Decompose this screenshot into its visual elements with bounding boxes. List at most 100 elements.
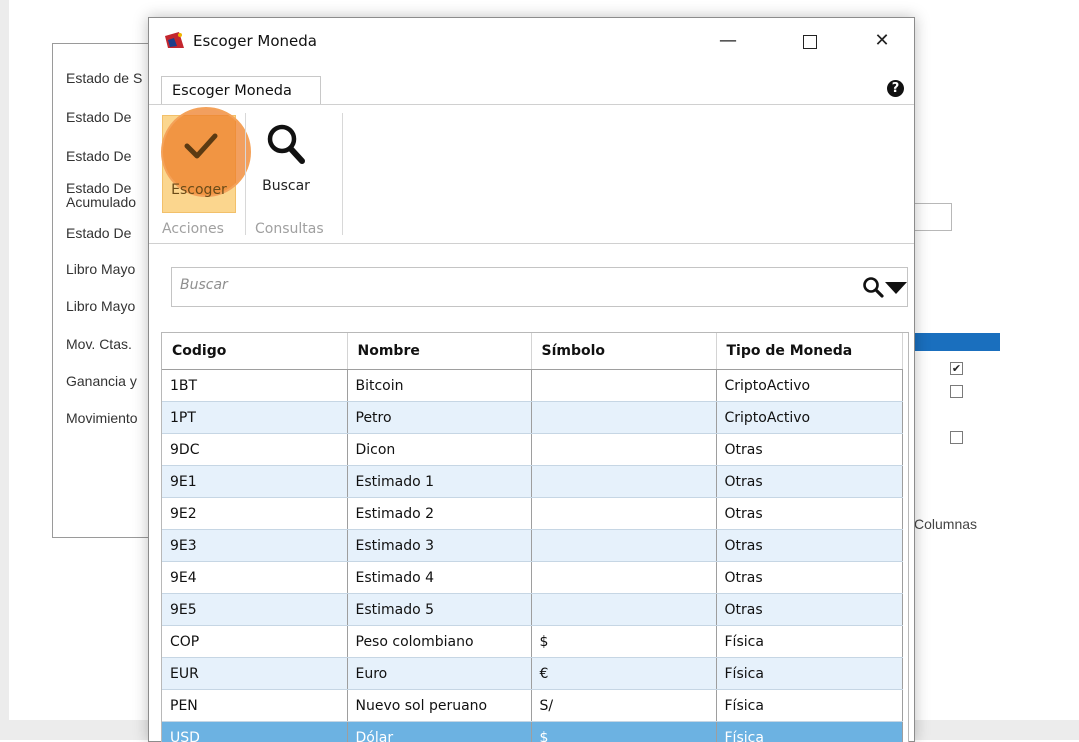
report-item[interactable]: Ganancia y	[66, 374, 137, 389]
cell-nombre: Estimado 5	[347, 594, 531, 626]
cell-nombre: Estimado 4	[347, 562, 531, 594]
table-row[interactable]: 9E2Estimado 2 Otras	[162, 498, 902, 530]
maximize-button[interactable]	[787, 26, 833, 56]
cell-codigo: PEN	[162, 690, 347, 722]
group-separator	[342, 113, 343, 235]
table-row[interactable]: 9DCDiconOtras	[162, 434, 902, 466]
table-row[interactable]: USDDólar$Física	[162, 722, 902, 742]
cell-tipo-moneda: Otras	[716, 594, 902, 626]
buscar-button[interactable]: Buscar	[254, 115, 318, 211]
cell-codigo: 9E4	[162, 562, 347, 594]
report-item[interactable]: Estado De	[66, 149, 131, 164]
buscar-label: Buscar	[254, 178, 318, 194]
currency-grid: Codigo Nombre Símbolo Tipo de Moneda 1BT…	[162, 333, 903, 742]
cell-tipo-moneda: Física	[716, 658, 902, 690]
report-item[interactable]: Mov. Ctas.	[66, 337, 132, 352]
background-checkbox-checked[interactable]: ✔	[950, 362, 963, 375]
tab-escoger-moneda[interactable]: Escoger Moneda	[161, 76, 321, 104]
table-row[interactable]: 9E4Estimado 4 Otras	[162, 562, 902, 594]
cell-tipo-moneda: Física	[716, 626, 902, 658]
report-item[interactable]: Estado de S	[66, 71, 142, 86]
table-row[interactable]: 1BTBitcoin CriptoActivo	[162, 370, 902, 402]
report-item[interactable]: Estado De	[66, 226, 131, 241]
cell-tipo-moneda: Otras	[716, 530, 902, 562]
table-row[interactable]: 9E5Estimado 5 Otras	[162, 594, 902, 626]
cell-codigo: USD	[162, 722, 347, 742]
cell-tipo-moneda: Física	[716, 722, 902, 742]
table-row[interactable]: 9E1Estimado 1 Otras	[162, 466, 902, 498]
help-icon[interactable]: ?	[887, 80, 904, 97]
group-label-consultas: Consultas	[255, 221, 324, 237]
cell-simbolo	[531, 434, 716, 466]
cell-codigo: EUR	[162, 658, 347, 690]
cell-nombre: Peso colombiano	[347, 626, 531, 658]
cell-codigo: 1BT	[162, 370, 347, 402]
background-selected-bar	[906, 333, 1000, 351]
minimize-button[interactable]: —	[705, 26, 751, 56]
title-bar[interactable]: Escoger Moneda — ✕	[149, 18, 914, 66]
ribbon-panel: Escoger Buscar Acciones Consultas	[149, 105, 914, 244]
search-input[interactable]: Buscar	[171, 267, 908, 307]
cell-tipo-moneda: Otras	[716, 562, 902, 594]
escoger-label: Escoger	[163, 182, 235, 198]
checkmark-icon	[184, 132, 218, 160]
table-row[interactable]: PENNuevo sol peruanoS/Física	[162, 690, 902, 722]
dropdown-arrow-icon[interactable]	[885, 282, 907, 294]
escoger-button[interactable]: Escoger	[162, 115, 236, 213]
search-icon[interactable]	[862, 276, 884, 298]
column-header-tipo-de-moneda[interactable]: Tipo de Moneda	[716, 333, 902, 370]
cell-nombre: Estimado 1	[347, 466, 531, 498]
cell-codigo: 9E5	[162, 594, 347, 626]
cell-nombre: Euro	[347, 658, 531, 690]
cell-tipo-moneda: Otras	[716, 434, 902, 466]
cell-simbolo: $	[531, 722, 716, 742]
report-item[interactable]: Estado De Acumulado	[66, 181, 136, 209]
table-row[interactable]: 1PTPetroCriptoActivo	[162, 402, 902, 434]
cell-codigo: 1PT	[162, 402, 347, 434]
cell-tipo-moneda: Otras	[716, 466, 902, 498]
escoger-moneda-dialog: Escoger Moneda — ✕ Escoger Moneda ? Esco…	[148, 17, 915, 742]
cell-codigo: 9E2	[162, 498, 347, 530]
cell-simbolo	[531, 498, 716, 530]
table-row[interactable]: EUREuro€Física	[162, 658, 902, 690]
columnas-label: Columnas	[914, 516, 977, 532]
background-checkbox[interactable]	[950, 431, 963, 444]
table-row[interactable]: COPPeso colombiano$Física	[162, 626, 902, 658]
cell-nombre: Bitcoin	[347, 370, 531, 402]
table-header-row: Codigo Nombre Símbolo Tipo de Moneda	[162, 333, 902, 370]
table-row[interactable]: 9E3Estimado 3 Otras	[162, 530, 902, 562]
cell-codigo: 9E3	[162, 530, 347, 562]
cell-simbolo	[531, 562, 716, 594]
close-button[interactable]: ✕	[859, 26, 905, 56]
cell-simbolo	[531, 370, 716, 402]
search-placeholder: Buscar	[180, 277, 228, 293]
cell-tipo-moneda: Otras	[716, 498, 902, 530]
cell-simbolo	[531, 466, 716, 498]
cell-simbolo	[531, 530, 716, 562]
report-item[interactable]: Estado De	[66, 110, 131, 125]
column-header-codigo[interactable]: Codigo	[162, 333, 347, 370]
dialog-title: Escoger Moneda	[193, 32, 317, 50]
app-icon	[165, 32, 184, 48]
cell-nombre: Dólar	[347, 722, 531, 742]
column-header-nombre[interactable]: Nombre	[347, 333, 531, 370]
cell-nombre: Dicon	[347, 434, 531, 466]
maximize-icon	[803, 35, 817, 49]
cell-tipo-moneda: CriptoActivo	[716, 370, 902, 402]
cell-simbolo: $	[531, 626, 716, 658]
cell-simbolo	[531, 402, 716, 434]
report-item[interactable]: Movimiento	[66, 411, 138, 426]
cell-codigo: 9E1	[162, 466, 347, 498]
cell-nombre: Nuevo sol peruano	[347, 690, 531, 722]
cell-simbolo: S/	[531, 690, 716, 722]
report-item[interactable]: Libro Mayo	[66, 299, 135, 314]
search-icon	[266, 123, 306, 165]
cell-nombre: Estimado 3	[347, 530, 531, 562]
cell-nombre: Petro	[347, 402, 531, 434]
group-separator	[245, 113, 246, 235]
background-checkbox[interactable]	[950, 385, 963, 398]
cell-tipo-moneda: Física	[716, 690, 902, 722]
column-header-simbolo[interactable]: Símbolo	[531, 333, 716, 370]
cell-nombre: Estimado 2	[347, 498, 531, 530]
report-item[interactable]: Libro Mayo	[66, 262, 135, 277]
